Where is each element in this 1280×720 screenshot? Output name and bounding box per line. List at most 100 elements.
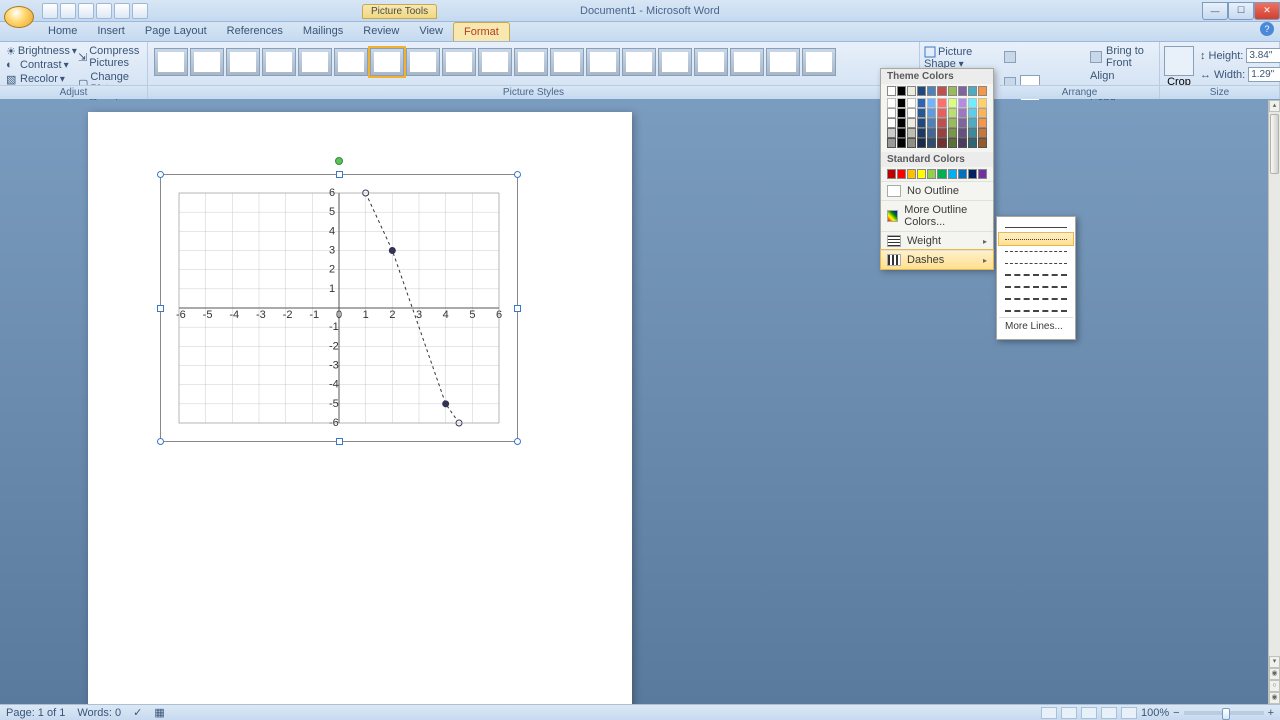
view-full-screen-icon[interactable] bbox=[1061, 707, 1077, 719]
resize-handle[interactable] bbox=[514, 171, 521, 178]
qat-redo-icon[interactable] bbox=[78, 3, 94, 19]
color-swatch[interactable] bbox=[968, 138, 977, 148]
weight-item[interactable]: Weight▸ bbox=[881, 231, 993, 250]
color-swatch[interactable] bbox=[968, 118, 977, 128]
dash-style-item[interactable] bbox=[999, 257, 1073, 269]
color-swatch[interactable] bbox=[937, 86, 946, 96]
color-swatch[interactable] bbox=[907, 98, 916, 108]
color-swatch[interactable] bbox=[937, 128, 946, 138]
color-swatch[interactable] bbox=[917, 118, 926, 128]
office-button[interactable] bbox=[4, 6, 34, 28]
color-swatch[interactable] bbox=[887, 86, 896, 96]
width-input[interactable]: 1.29" bbox=[1248, 67, 1280, 82]
color-swatch[interactable] bbox=[927, 108, 936, 118]
style-thumb[interactable] bbox=[226, 48, 260, 76]
color-swatch[interactable] bbox=[897, 118, 906, 128]
tab-format[interactable]: Format bbox=[453, 22, 510, 41]
color-swatch[interactable] bbox=[948, 118, 957, 128]
color-swatch[interactable] bbox=[897, 138, 906, 148]
more-outline-colors-item[interactable]: More Outline Colors... bbox=[881, 200, 993, 231]
color-swatch[interactable] bbox=[937, 118, 946, 128]
spellcheck-icon[interactable]: ✓ bbox=[133, 706, 142, 719]
dashes-item[interactable]: Dashes▸ bbox=[881, 250, 993, 269]
color-swatch[interactable] bbox=[917, 128, 926, 138]
qat-customize-icon[interactable] bbox=[132, 3, 148, 19]
close-button[interactable]: ✕ bbox=[1254, 2, 1280, 20]
color-swatch[interactable] bbox=[968, 128, 977, 138]
qat-save-icon[interactable] bbox=[42, 3, 58, 19]
page-status[interactable]: Page: 1 of 1 bbox=[6, 707, 65, 719]
color-swatch[interactable] bbox=[978, 118, 987, 128]
color-swatch[interactable] bbox=[887, 108, 896, 118]
rotate-handle[interactable] bbox=[335, 157, 343, 165]
color-swatch[interactable] bbox=[978, 169, 987, 179]
color-swatch[interactable] bbox=[907, 128, 916, 138]
zoom-in-icon[interactable]: + bbox=[1268, 707, 1274, 719]
layout-icon[interactable]: ▦ bbox=[154, 706, 164, 719]
scroll-up-icon[interactable]: ▴ bbox=[1269, 100, 1280, 112]
tab-review[interactable]: Review bbox=[353, 22, 409, 41]
color-swatch[interactable] bbox=[927, 98, 936, 108]
color-swatch[interactable] bbox=[917, 98, 926, 108]
color-swatch[interactable] bbox=[978, 108, 987, 118]
color-swatch[interactable] bbox=[927, 128, 936, 138]
color-swatch[interactable] bbox=[958, 128, 967, 138]
resize-handle[interactable] bbox=[514, 305, 521, 312]
color-swatch[interactable] bbox=[937, 108, 946, 118]
style-thumb[interactable] bbox=[766, 48, 800, 76]
color-swatch[interactable] bbox=[927, 138, 936, 148]
scroll-down-icon[interactable]: ▾ bbox=[1269, 656, 1280, 668]
picture-style-gallery[interactable] bbox=[152, 44, 915, 80]
style-thumb[interactable] bbox=[370, 48, 404, 76]
selected-picture[interactable]: -6-5-4-3-2-10123456-6-5-4-3-2-1123456 bbox=[160, 174, 518, 442]
style-thumb[interactable] bbox=[262, 48, 296, 76]
next-page-icon[interactable]: ◉ bbox=[1269, 692, 1280, 704]
tab-page-layout[interactable]: Page Layout bbox=[135, 22, 217, 41]
color-swatch[interactable] bbox=[907, 118, 916, 128]
minimize-button[interactable]: — bbox=[1202, 2, 1228, 20]
view-draft-icon[interactable] bbox=[1121, 707, 1137, 719]
color-swatch[interactable] bbox=[978, 98, 987, 108]
style-thumb[interactable] bbox=[802, 48, 836, 76]
color-swatch[interactable] bbox=[917, 169, 926, 179]
dash-style-item[interactable] bbox=[999, 293, 1073, 305]
resize-handle[interactable] bbox=[157, 171, 164, 178]
vertical-scrollbar[interactable]: ▴ ▾ ◉ ○ ◉ bbox=[1268, 100, 1280, 704]
style-thumb[interactable] bbox=[154, 48, 188, 76]
style-thumb[interactable] bbox=[190, 48, 224, 76]
resize-handle[interactable] bbox=[336, 171, 343, 178]
color-swatch[interactable] bbox=[948, 98, 957, 108]
dash-style-item[interactable] bbox=[999, 281, 1073, 293]
contrast-button[interactable]: ◐Contrast ▾ bbox=[4, 58, 76, 72]
tab-insert[interactable]: Insert bbox=[87, 22, 135, 41]
style-thumb[interactable] bbox=[658, 48, 692, 76]
scroll-thumb[interactable] bbox=[1270, 114, 1279, 174]
help-icon[interactable]: ? bbox=[1260, 22, 1274, 36]
style-thumb[interactable] bbox=[478, 48, 512, 76]
color-swatch[interactable] bbox=[907, 86, 916, 96]
color-swatch[interactable] bbox=[917, 108, 926, 118]
resize-handle[interactable] bbox=[157, 305, 164, 312]
color-swatch[interactable] bbox=[968, 169, 977, 179]
tab-mailings[interactable]: Mailings bbox=[293, 22, 353, 41]
prev-page-icon[interactable]: ◉ bbox=[1269, 668, 1280, 680]
compress-pictures-button[interactable]: ⇲Compress Pictures bbox=[76, 44, 144, 70]
style-thumb[interactable] bbox=[586, 48, 620, 76]
color-swatch[interactable] bbox=[968, 98, 977, 108]
color-swatch[interactable] bbox=[968, 108, 977, 118]
color-swatch[interactable] bbox=[948, 138, 957, 148]
document-area[interactable]: -6-5-4-3-2-10123456-6-5-4-3-2-1123456 bbox=[0, 100, 1268, 704]
zoom-out-icon[interactable]: − bbox=[1173, 707, 1179, 719]
color-swatch[interactable] bbox=[948, 108, 957, 118]
more-lines-item[interactable]: More Lines... bbox=[999, 317, 1073, 335]
tab-references[interactable]: References bbox=[217, 22, 293, 41]
color-swatch[interactable] bbox=[897, 108, 906, 118]
color-swatch[interactable] bbox=[907, 138, 916, 148]
color-swatch[interactable] bbox=[978, 128, 987, 138]
style-thumb[interactable] bbox=[442, 48, 476, 76]
recolor-button[interactable]: ▧Recolor ▾ bbox=[4, 72, 76, 86]
color-swatch[interactable] bbox=[948, 86, 957, 96]
color-swatch[interactable] bbox=[887, 169, 896, 179]
color-swatch[interactable] bbox=[948, 169, 957, 179]
view-print-layout-icon[interactable] bbox=[1041, 707, 1057, 719]
